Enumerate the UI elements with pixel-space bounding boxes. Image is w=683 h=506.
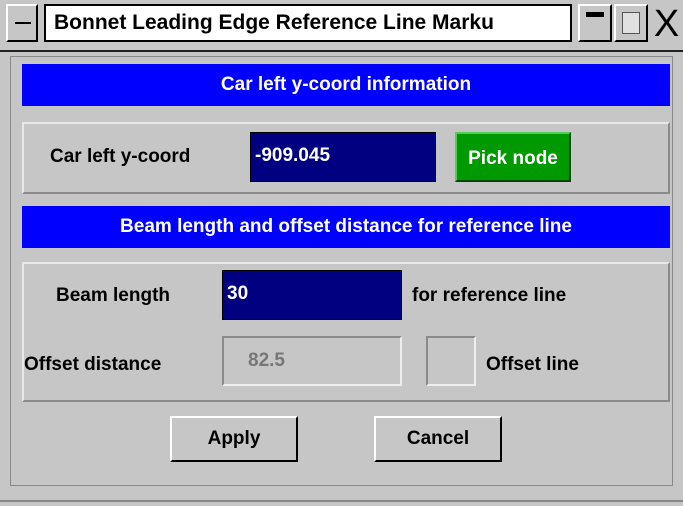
maximize-button[interactable] [614,4,648,42]
cancel-button[interactable]: Cancel [374,416,502,462]
car-ycoord-input[interactable]: -909.045 [250,132,436,182]
maximize-icon [622,12,640,34]
beam-length-input[interactable]: 30 [222,270,402,320]
car-info-header: Car left y-coord information [22,64,670,106]
minimize-button[interactable] [578,4,612,42]
offset-line-label: Offset line [486,354,579,375]
reference-line-label: for reference line [412,285,567,306]
apply-button[interactable]: Apply [170,416,298,462]
minimize-icon [586,12,604,17]
beam-length-label: Beam length [56,285,171,306]
window-title: Bonnet Leading Edge Reference Line Marku [44,4,572,42]
menu-dash-icon [15,22,31,24]
close-button[interactable]: X [650,2,683,46]
offset-distance-input[interactable]: 82.5 [222,336,402,386]
offset-line-checkbox[interactable] [426,336,476,386]
pick-node-button[interactable]: Pick node [455,132,571,182]
beam-header: Beam length and offset distance for refe… [22,206,670,248]
window-menu-button[interactable] [6,4,38,42]
car-ycoord-label: Car left y-coord [50,146,191,167]
offset-distance-label: Offset distance [24,354,162,375]
window-bottom-border [0,500,683,502]
title-bar: Bonnet Leading Edge Reference Line Marku… [0,0,683,52]
